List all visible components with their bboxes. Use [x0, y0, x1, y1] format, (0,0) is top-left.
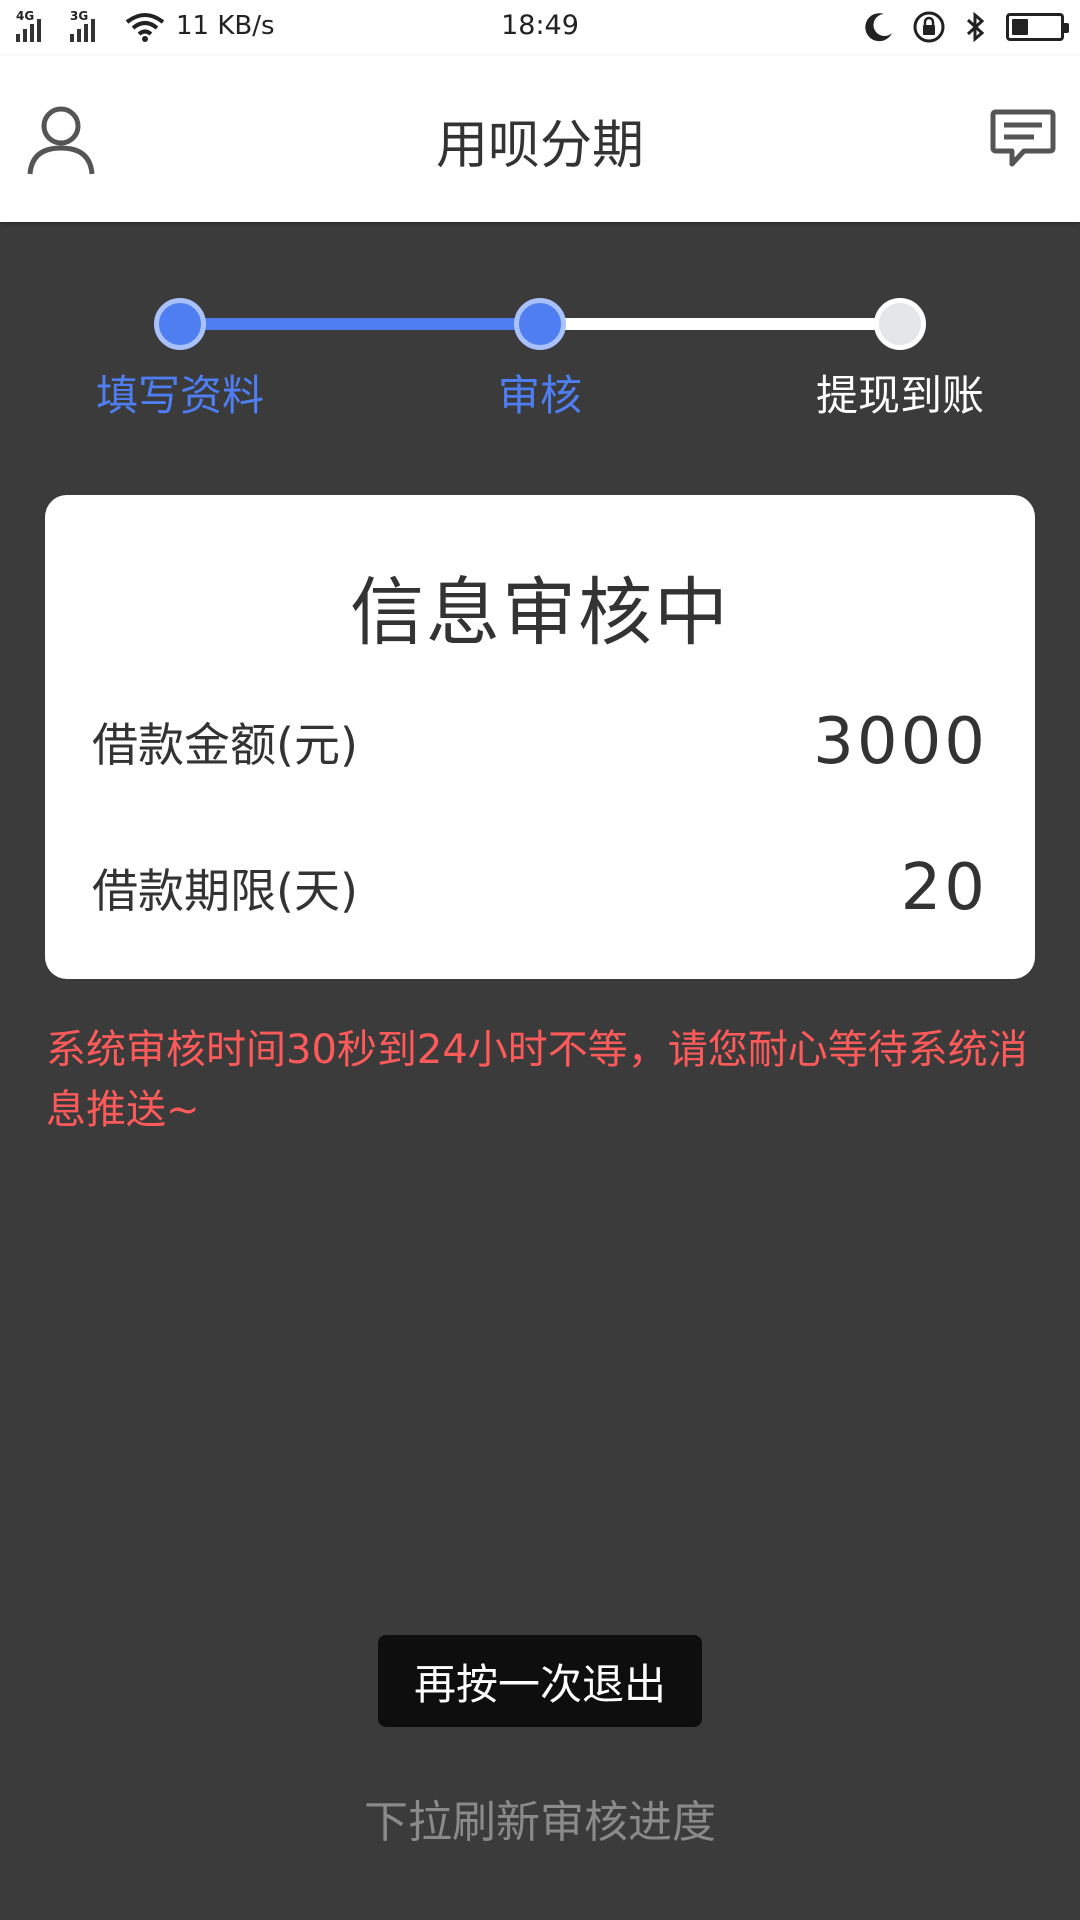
user-icon[interactable] [26, 102, 96, 176]
card-title: 信息审核中 [350, 570, 730, 656]
loan-amount-label: 借款金额(元) [92, 718, 358, 772]
rotation-lock-icon [913, 11, 945, 43]
status-left: 4G 3G 11 KB/s [16, 10, 275, 42]
step-line-pending [540, 318, 900, 330]
app-header: 用呗分期 [0, 56, 1080, 222]
review-notice: 系统审核时间30秒到24小时不等，请您耐心等待系统消息推送~ [46, 1027, 1028, 1133]
bluetooth-icon [966, 11, 985, 43]
signal-3g-icon: 3G [70, 10, 114, 42]
wifi-icon [125, 13, 165, 42]
step-dot-1 [154, 298, 206, 350]
pull-refresh-hint: 下拉刷新审核进度 [364, 1797, 716, 1848]
status-right [862, 10, 1069, 44]
progress-stepper: 填写资料 审核 提现到账 [0, 290, 1080, 430]
loan-amount-value: 3000 [813, 705, 988, 779]
message-icon[interactable] [990, 108, 1056, 170]
page-title: 用呗分期 [435, 116, 644, 176]
network-speed: 11 KB/s [176, 11, 275, 41]
review-card: 信息审核中 借款金额(元) 3000 借款期限(天) 20 [45, 495, 1035, 979]
exit-toast: 再按一次退出 [378, 1635, 702, 1727]
loan-term-value: 20 [900, 851, 988, 925]
step-dot-3 [874, 298, 926, 350]
step-dot-2 [514, 298, 566, 350]
battery-icon [1006, 13, 1069, 41]
moon-icon [865, 13, 892, 42]
step-label-withdraw: 提现到账 [815, 371, 985, 420]
loan-term-row: 借款期限(天) 20 [92, 851, 988, 925]
loan-term-label: 借款期限(天) [92, 864, 358, 918]
step-label-fill-info: 填写资料 [95, 371, 265, 420]
battery-level [1012, 19, 1029, 35]
step-line-completed [180, 318, 540, 330]
signal-4g-icon: 4G [16, 10, 60, 42]
step-label-review: 审核 [497, 371, 583, 420]
loan-amount-row: 借款金额(元) 3000 [92, 705, 988, 779]
status-bar: 4G 3G 11 KB/s 18:49 [0, 0, 1080, 56]
